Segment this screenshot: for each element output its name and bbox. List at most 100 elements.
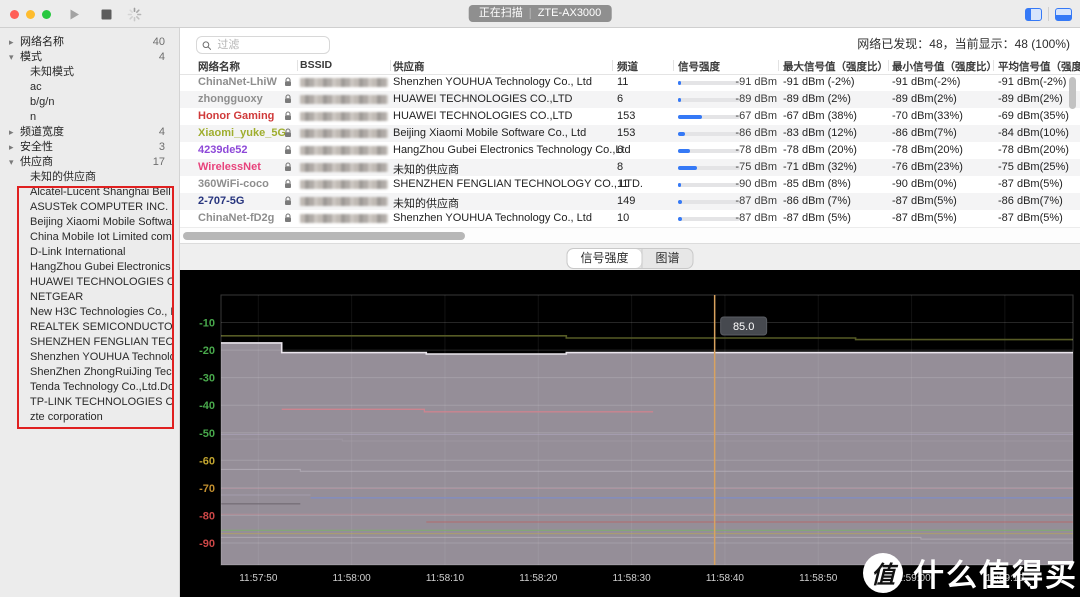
channel-cell: 8 [617, 161, 624, 173]
sidebar-group-0[interactable]: ▸ 网络名称 40 [0, 35, 179, 50]
sidebar-item[interactable]: n [0, 110, 179, 125]
x-tick-label: 11:58:40 [706, 573, 745, 584]
table-row[interactable]: ChinaNet-LhiW Shenzhen YOUHUA Technology … [180, 74, 1080, 91]
sidebar-group-1[interactable]: ▾ 模式 4 [0, 50, 179, 65]
sidebar-group-label: 网络名称 [20, 36, 64, 48]
sidebar-item[interactable]: ac [0, 80, 179, 95]
sidebar-item[interactable]: HangZhou Gubei Electronics Tec... [0, 260, 179, 275]
avg-signal-cell: -75 dBm(25%) [998, 161, 1069, 173]
sidebar-item[interactable]: Alcatel-Lucent Shanghai Bell Co.... [0, 185, 179, 200]
table-row[interactable]: 4239de52 HangZhou Gubei Electronics Techn… [180, 142, 1080, 159]
fullscreen-button[interactable] [42, 10, 51, 19]
table-header-row: 网络名称 BSSID 供应商 频道 信号强度 最大信号值（强度比） 最小信号值（强度比） 平均… [180, 57, 1080, 75]
minimize-button[interactable] [26, 10, 35, 19]
sidebar-group-4[interactable]: ▾ 供应商 17 [0, 155, 179, 170]
search-input[interactable] [215, 38, 324, 52]
tab-signal-strength[interactable]: 信号强度 [567, 249, 642, 268]
bssid-redacted [300, 180, 388, 189]
close-button[interactable] [10, 10, 19, 19]
column-header-3[interactable]: 频道 [617, 59, 638, 74]
max-signal-cell: -85 dBm (8%) [783, 178, 851, 190]
chevron-right-icon[interactable]: ▸ [9, 125, 19, 140]
channel-cell: 10 [617, 212, 630, 224]
sidebar-item[interactable]: New H3C Technologies Co., Ltd [0, 305, 179, 320]
chevron-right-icon[interactable]: ▸ [9, 140, 19, 155]
signal-bar-fill [678, 115, 702, 119]
sidebar-item[interactable]: NETGEAR [0, 290, 179, 305]
signal-bar-fill [678, 81, 681, 85]
column-header-1[interactable]: BSSID [300, 59, 332, 71]
sidebar-group-2[interactable]: ▸ 频道宽度 4 [0, 125, 179, 140]
sidebar-item[interactable]: SHENZHEN FENGLIAN TECHNOL... [0, 335, 179, 350]
signal-dbm-cell: -91 dBm [735, 76, 777, 88]
network-name: ChinaNet-LhiW [198, 76, 277, 88]
sidebar-item[interactable]: China Mobile Iot Limited company [0, 230, 179, 245]
bottom-tab-strip: 信号强度 图谱 [180, 243, 1080, 270]
lock-icon [285, 111, 291, 120]
sidebar-item[interactable]: REALTEK SEMICONDUCTOR CO... [0, 320, 179, 335]
sidebar-item[interactable]: Tenda Technology Co.,Ltd.Dong... [0, 380, 179, 395]
sidebar-item[interactable]: ShenZhen ZhongRuiJing Technol... [0, 365, 179, 380]
column-header-7[interactable]: 平均信号值（强度比） [998, 59, 1080, 74]
sidebar-item-label: New H3C Technologies Co., Ltd [30, 306, 172, 318]
min-signal-cell: -91 dBm(-2%) [892, 76, 961, 88]
sidebar-item[interactable]: 未知模式 [0, 65, 179, 80]
table-row[interactable]: Honor Gaming HUAWEI TECHNOLOGIES CO.,LTD 1… [180, 108, 1080, 125]
tab-graph[interactable]: 图谱 [643, 249, 693, 268]
filter-search-field[interactable] [196, 36, 330, 54]
column-header-5[interactable]: 最大信号值（强度比） [783, 59, 888, 74]
bssid-redacted [300, 112, 388, 121]
column-header-6[interactable]: 最小信号值（强度比） [892, 59, 997, 74]
signal-dbm-cell: -90 dBm [735, 178, 777, 190]
lock-icon [285, 128, 291, 137]
avg-signal-cell: -78 dBm(20%) [998, 144, 1069, 156]
sidebar-group-3[interactable]: ▸ 安全性 3 [0, 140, 179, 155]
lock-icon [285, 196, 291, 205]
sidebar-item[interactable]: b/g/n [0, 95, 179, 110]
sidebar-item[interactable]: D-Link International [0, 245, 179, 260]
signal-dbm-cell: -87 dBm [735, 195, 777, 207]
table-row[interactable]: WirelessNet 未知的供应商 8 -75 dBm -71 dBm (32%) -7… [180, 159, 1080, 176]
stop-scan-button[interactable] [96, 5, 116, 23]
sidebar-item-label: HUAWEI TECHNOLOGIES CO.,LTD [30, 276, 172, 288]
sidebar-item[interactable]: TP-LINK TECHNOLOGIES CO.,LTD. [0, 395, 179, 410]
bssid-redacted [300, 197, 388, 206]
chevron-down-icon[interactable]: ▾ [9, 50, 19, 65]
horizontal-scrollbar-track [180, 227, 1080, 243]
sidebar-item[interactable]: Beijing Xiaomi Mobile Software C... [0, 215, 179, 230]
vertical-scrollbar-thumb[interactable] [1069, 77, 1076, 109]
table-row[interactable]: 360WiFi-coco SHENZHEN FENGLIAN TECHNOLOGY… [180, 176, 1080, 193]
toggle-sidebar-icon[interactable] [1025, 7, 1042, 21]
table-row[interactable]: zhongguoxy HUAWEI TECHNOLOGIES CO.,LTD 6 -8… [180, 91, 1080, 108]
table-row[interactable]: Xiaomi_yuke_5G Beijing Xiaomi Mobile Soft… [180, 125, 1080, 142]
sidebar-item[interactable]: Shenzhen YOUHUA Technology... [0, 350, 179, 365]
chevron-down-icon[interactable]: ▾ [9, 155, 19, 170]
table-row[interactable]: 2-707-5G 未知的供应商 149 -87 dBm -86 dBm (7%) -87 … [180, 193, 1080, 210]
sidebar-item-label: REALTEK SEMICONDUCTOR CO... [30, 321, 172, 333]
horizontal-scrollbar-thumb[interactable] [183, 232, 465, 240]
table-row[interactable]: ChinaNet-fD2g Shenzhen YOUHUA Technology … [180, 210, 1080, 227]
chevron-right-icon[interactable]: ▸ [9, 35, 19, 50]
sidebar-item-label: Shenzhen YOUHUA Technology... [30, 351, 172, 363]
signal-history-chart[interactable]: -10 -20 -30 -40 -50 -60 -70 -80 -90 11:57:50 11:58… [180, 270, 1080, 597]
column-header-2[interactable]: 供应商 [393, 59, 425, 74]
sidebar-item[interactable]: 未知的供应商 [0, 170, 179, 185]
sidebar-item[interactable]: HUAWEI TECHNOLOGIES CO.,LTD [0, 275, 179, 290]
sidebar-item[interactable]: zte corporation [0, 410, 179, 425]
vendor-cell: HUAWEI TECHNOLOGIES CO.,LTD [393, 93, 573, 105]
sidebar-item[interactable]: ASUSTek COMPUTER INC. [0, 200, 179, 215]
security-lock [284, 162, 292, 175]
column-header-4[interactable]: 信号强度 [678, 59, 720, 74]
column-header-0[interactable]: 网络名称 [198, 59, 240, 74]
signal-dbm-cell: -89 dBm [735, 93, 777, 105]
lock-icon [285, 162, 291, 171]
toggle-bottom-panel-icon[interactable] [1055, 7, 1072, 21]
filter-sidebar: ▸ 网络名称 40 ▾ 模式 4 未知模式 ac b/g/n n ▸ 频道宽度 4 ▸ 安全性 3 ▾ 供应商 17… [0, 28, 180, 597]
sidebar-item-label: China Mobile Iot Limited company [30, 231, 172, 243]
search-icon [202, 40, 212, 50]
start-scan-button[interactable] [64, 5, 84, 23]
signal-history-panel: -10 -20 -30 -40 -50 -60 -70 -80 -90 11:57:50 11:58… [180, 270, 1080, 597]
max-signal-cell: -78 dBm (20%) [783, 144, 857, 156]
y-tick-label: -60 [199, 455, 215, 467]
sidebar-group-count: 17 [152, 156, 165, 168]
